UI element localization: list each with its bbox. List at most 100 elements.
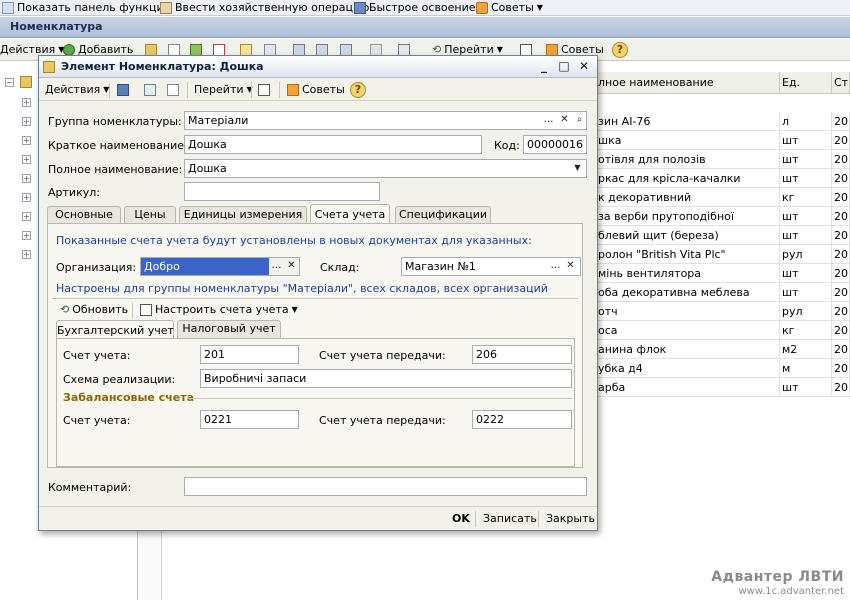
column-header-full-name[interactable]: лное наименование [596,72,780,94]
expand-icon[interactable]: + [22,212,31,221]
article-label: Артикул: [48,186,100,199]
offbalance-transfer-label: Счет учета передачи: [319,414,446,427]
configure-accounts-button[interactable]: Настроить счета учета ▼ [140,303,298,316]
table-row[interactable]: блевий щит (береза) шт 20 [596,226,850,245]
dialog-title: Элемент Номенклатура: Дошка [61,60,264,73]
expand-icon[interactable]: + [22,136,31,145]
comment-input[interactable] [184,477,587,496]
table-row[interactable]: мінь вентилятора шт 20 [596,264,850,283]
maximize-icon[interactable]: □ [556,59,572,75]
tab-units[interactable]: Единицы измерения [179,206,307,224]
group-value: Матеріали [188,114,249,127]
full-name-input[interactable]: Дошка ▼ [184,159,587,178]
cell-st: 20 [832,340,850,358]
table-row[interactable]: шка шт 20 [596,131,850,150]
cell-st: 20 [832,245,850,263]
background-window-title-text: Номенклатура [10,20,103,33]
chevron-down-icon[interactable]: ▼ [537,1,543,15]
clear-icon[interactable]: ✕ [284,259,299,274]
tab-accounting[interactable]: Бухгалтерский учет [56,320,174,340]
cell-full-name: отч [596,302,780,320]
tips-icon [287,84,299,96]
select-button[interactable]: … [548,259,563,274]
table-row[interactable]: арба шт 20 [596,378,850,397]
article-input[interactable] [184,182,380,201]
table-row[interactable]: к декоративний кг 20 [596,188,850,207]
transfer-account-input[interactable]: 206 [472,345,572,364]
expand-icon[interactable]: + [22,98,31,107]
expand-icon[interactable]: + [22,250,31,259]
table-row[interactable]: зин АІ-76 л 20 [596,112,850,131]
cell-full-name: шка [596,131,780,149]
expand-icon[interactable]: + [22,174,31,183]
item-dialog: Элемент Номенклатура: Дошка _ □ ✕ Действ… [38,55,598,531]
account-input[interactable]: 201 [200,345,299,364]
offbalance-account-value: 0221 [204,413,232,426]
expand-icon[interactable]: + [22,117,31,126]
offbalance-account-input[interactable]: 0221 [200,410,299,429]
full-name-label: Полное наименование: [48,163,183,176]
table-row[interactable]: ролон "British Vita Plc" рул 20 [596,245,850,264]
expand-icon[interactable]: − [5,78,14,87]
offbalance-account-label: Счет учета: [63,414,131,427]
table-row[interactable]: за верби прутоподібної шт 20 [596,207,850,226]
dialog-goto-button[interactable]: Перейти ▼ [194,82,253,98]
tab-main[interactable]: Основные [47,206,121,224]
tab-tax-accounting[interactable]: Налоговый учет [177,320,281,338]
offbalance-transfer-input[interactable]: 0222 [472,410,572,429]
chevron-down-icon[interactable]: ▼ [570,161,585,176]
table-row[interactable]: оса кг 20 [596,321,850,340]
organization-value: Добро [144,260,180,273]
scheme-input[interactable]: Виробничі запаси [200,369,572,388]
list-settings-icon[interactable] [258,84,270,96]
dialog-tips-label: Советы [302,83,345,96]
tab-specifications[interactable]: Спецификации [395,206,491,224]
select-button[interactable]: … [269,259,284,274]
search-icon[interactable]: ⌕ [572,113,586,128]
table-row[interactable]: ркас для крісла-качалки шт 20 [596,169,850,188]
cell-unit: рул [780,245,832,263]
copy-icon[interactable] [167,84,179,96]
table-row[interactable]: отч рул 20 [596,302,850,321]
help-icon[interactable]: ? [612,42,628,58]
tab-prices[interactable]: Цены [124,206,176,224]
save-icon[interactable] [117,84,129,96]
close-button[interactable]: Закрыть [546,511,595,527]
table-row[interactable]: анина флок м2 20 [596,340,850,359]
ok-button[interactable]: OK [452,511,470,527]
enter-operation-button[interactable]: Ввести хозяйственную операцию [160,0,369,15]
group-field[interactable]: Матеріали … ✕ ⌕ [184,111,587,130]
save-button[interactable]: Записать [483,511,537,527]
cell-unit: шт [780,131,832,149]
dialog-actions-button[interactable]: Действия ▼ [45,82,109,98]
warehouse-field[interactable]: Магазин №1 … ✕ [401,257,581,276]
column-header-unit[interactable]: Ед. [780,72,832,94]
tips-button[interactable]: Советы ▼ [476,0,543,15]
tab-accounts[interactable]: Счета учета [310,204,390,224]
refresh-button[interactable]: ⟲ Обновить [60,303,128,316]
scheme-label: Схема реализации: [63,373,176,386]
quick-learning-button[interactable]: Быстрое освоение [354,0,476,15]
close-icon[interactable]: ✕ [576,59,592,75]
table-row[interactable]: убка д4 м 20 [596,359,850,378]
offbalance-title: Забалансовые счета [63,391,195,404]
minimize-icon[interactable]: _ [536,59,552,75]
table-row[interactable]: оба декоративна меблева шт 20 [596,283,850,302]
select-button[interactable]: … [541,113,556,128]
column-header-st[interactable]: Ст [832,72,850,94]
dialog-title-bar[interactable]: Элемент Номенклатура: Дошка _ □ ✕ [39,56,597,78]
table-row[interactable]: отівля для полозів шт 20 [596,150,850,169]
cell-unit: шт [780,226,832,244]
clear-icon[interactable]: ✕ [563,259,578,274]
code-input[interactable]: 00000016 [523,135,587,154]
reread-icon[interactable] [144,84,156,96]
short-name-input[interactable]: Дошка [184,135,482,154]
expand-icon[interactable]: + [22,193,31,202]
expand-icon[interactable]: + [22,155,31,164]
cell-unit: кг [780,188,832,206]
show-functions-panel-button[interactable]: Показать панель функций [2,0,171,15]
clear-icon[interactable]: ✕ [557,113,572,128]
dialog-tips-button[interactable]: Советы [287,82,345,98]
expand-icon[interactable]: + [22,231,31,240]
help-icon[interactable]: ? [350,82,366,98]
